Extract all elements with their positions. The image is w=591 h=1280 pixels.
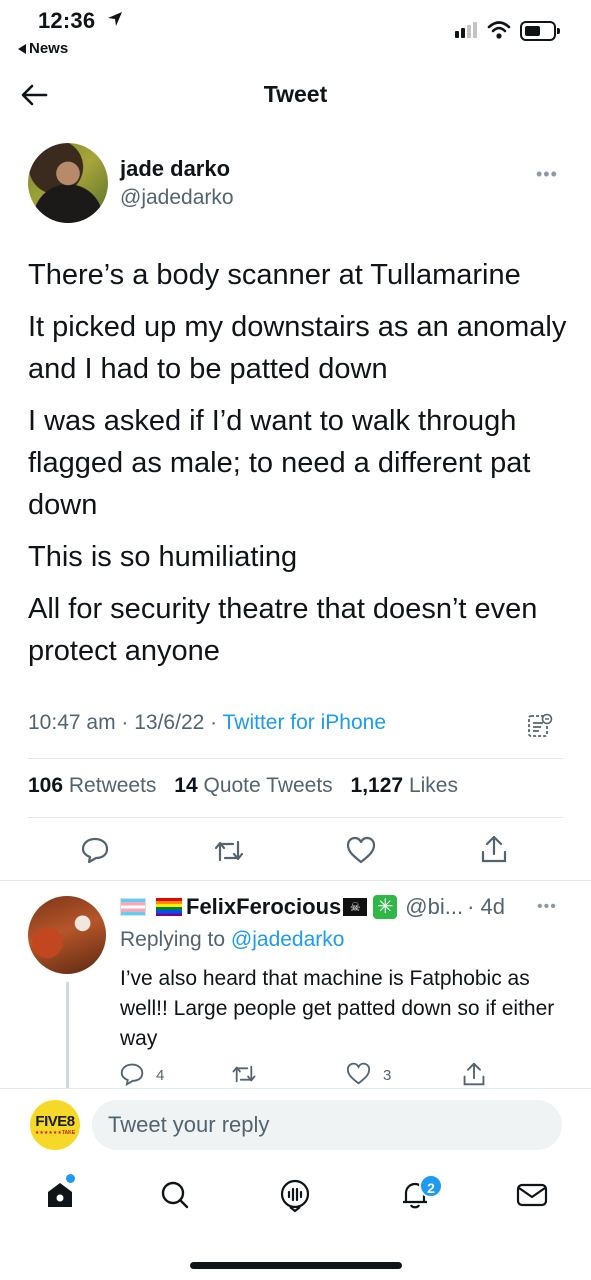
meta-separator: · — [121, 711, 135, 734]
back-triangle-icon — [18, 43, 26, 54]
reply-header: FelixFerocious ☠ ✳ @bi... · 4d — [120, 894, 505, 920]
sparkle-icon: ✳ — [373, 895, 398, 919]
analytics-icon[interactable] — [527, 713, 553, 739]
rainbow-flag-icon — [156, 898, 182, 916]
back-to-app-button[interactable]: News — [18, 40, 68, 57]
retweet-icon[interactable] — [213, 838, 245, 864]
reply-icon[interactable] — [81, 836, 109, 864]
retweets-stat[interactable]: 106 Retweets — [28, 774, 156, 797]
compose-divider — [0, 1088, 591, 1089]
section-divider — [0, 880, 591, 881]
page-title: Tweet — [263, 81, 328, 107]
replying-to-link[interactable]: @jadedarko — [231, 928, 345, 951]
avatar-logo-text: FIVE8 — [35, 1113, 75, 1130]
author-name[interactable]: jade darko — [120, 156, 230, 182]
tweet-date: 13/6/22 — [134, 711, 205, 734]
tweet-paragraph: I was asked if I’d want to walk through … — [28, 405, 531, 521]
reply-age: · 4d — [467, 894, 505, 919]
reply-avatar[interactable] — [28, 896, 106, 974]
tweet-text: There’s a body scanner at Tullamarine It… — [28, 254, 573, 682]
avatar-logo-subtext: ★★★★★★TAKE — [34, 1130, 76, 1136]
reply-author-name[interactable]: FelixFerocious — [186, 894, 341, 920]
tweet-paragraph: This is so humiliating — [28, 541, 298, 573]
home-icon[interactable] — [45, 1180, 75, 1210]
likes-stat[interactable]: 1,127 Likes — [351, 774, 458, 797]
reply-reply-count: 4 — [156, 1067, 165, 1084]
home-indicator[interactable] — [190, 1262, 402, 1269]
quote-tweets-stat[interactable]: 14 Quote Tweets — [174, 774, 332, 797]
location-arrow-icon — [108, 12, 122, 26]
reply-like-count: 3 — [383, 1067, 392, 1084]
home-new-dot — [66, 1174, 75, 1183]
messages-icon[interactable] — [516, 1182, 548, 1208]
tweet-time: 10:47 am — [28, 711, 116, 734]
status-time: 12:36 — [38, 8, 96, 33]
replying-prefix: Replying to — [120, 928, 226, 951]
battery-icon — [520, 21, 560, 41]
wifi-icon — [487, 21, 511, 39]
divider — [28, 817, 563, 818]
share-icon[interactable] — [480, 834, 508, 864]
tweet-paragraph: It picked up my downstairs as an anomaly… — [28, 311, 567, 385]
cellular-signal-icon — [455, 22, 477, 38]
divider — [28, 758, 563, 759]
tweet-paragraph: There’s a body scanner at Tullamarine — [28, 259, 521, 291]
thread-line — [66, 982, 69, 1088]
reply-reply-icon[interactable] — [120, 1062, 144, 1086]
notifications-badge: 2 — [419, 1174, 443, 1198]
reply-more-icon[interactable]: ••• — [537, 898, 557, 916]
like-icon[interactable] — [346, 836, 376, 864]
tweet-source-link[interactable]: Twitter for iPhone — [223, 711, 386, 734]
tweet-stats: 106 Retweets 14 Quote Tweets 1,127 Likes — [28, 774, 458, 798]
tweet-meta: 10:47 am · 13/6/22 · Twitter for iPhone — [28, 711, 386, 735]
reply-text: I’ve also heard that machine is Fatphobi… — [120, 967, 555, 1050]
more-options-icon[interactable]: ••• — [536, 164, 558, 185]
reply-author-handle[interactable]: @bi... — [405, 894, 463, 920]
reply-share-icon[interactable] — [462, 1061, 486, 1087]
reply-like-icon[interactable] — [346, 1062, 371, 1085]
author-handle[interactable]: @jadedarko — [120, 186, 234, 210]
trans-flag-icon — [120, 898, 146, 916]
reply-actions: 4 3 — [120, 1062, 560, 1088]
pirate-flag-icon: ☠ — [343, 898, 368, 916]
replying-to: Replying to @jadedarko — [120, 928, 344, 952]
back-app-label: News — [29, 40, 69, 57]
author-avatar[interactable] — [28, 143, 108, 223]
reply-input-placeholder: Tweet your reply — [108, 1112, 270, 1137]
tweet-paragraph: All for security theatre that doesn’t ev… — [28, 593, 538, 667]
meta-separator: · — [210, 711, 223, 734]
search-icon[interactable] — [160, 1180, 190, 1210]
reply-retweet-icon[interactable] — [231, 1063, 257, 1085]
compose-avatar[interactable]: FIVE8 ★★★★★★TAKE — [30, 1100, 80, 1150]
spaces-icon[interactable] — [278, 1179, 312, 1213]
